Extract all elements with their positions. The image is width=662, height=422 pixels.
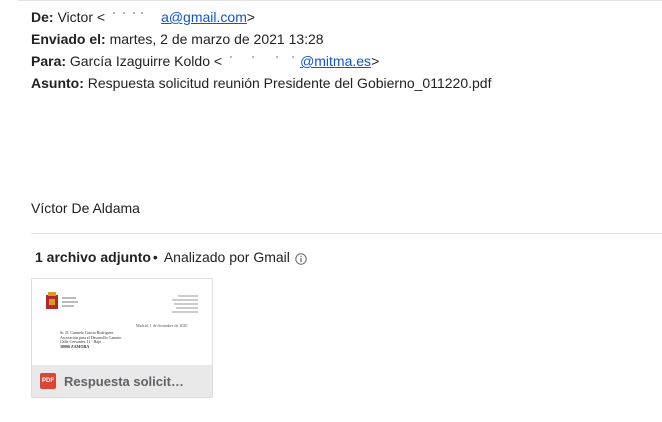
attachment-preview[interactable]: Madrid, 1 de diciembre de 2020 Sr. D. Ca… (32, 279, 212, 365)
pdf-icon: PDF (40, 373, 56, 389)
from-name: Victor < (57, 9, 106, 25)
to-name: García Izaguirre Koldo < (69, 53, 223, 69)
sent-label: Enviado el: (31, 31, 106, 47)
top-border (18, 0, 662, 1)
subject-value: Respuesta solicitud reunión Presidente d… (87, 75, 492, 91)
subject-line: Asunto: Respuesta solicitud reunión Pres… (31, 74, 491, 92)
attachment-card[interactable]: Madrid, 1 de diciembre de 2020 Sr. D. Ca… (31, 278, 213, 398)
preview-address: Sr. D. Carmelo Garcia Rodriguez Asociaci… (60, 330, 121, 349)
subject-label: Asunto: (31, 75, 84, 91)
sent-line: Enviado el: martes, 2 de marzo de 2021 1… (31, 30, 324, 48)
redaction-mark (105, 12, 161, 24)
document-letterhead (46, 292, 198, 313)
to-line: Para: García Izaguirre Koldo < @mitma.es> (31, 52, 379, 70)
to-close: > (371, 53, 380, 69)
attachments-divider (31, 233, 662, 234)
to-email-link[interactable]: @mitma.es (300, 53, 371, 69)
attachments-header: 1 archivo adjunto • Analizado por Gmail (35, 248, 307, 266)
to-label: Para: (31, 53, 67, 69)
info-icon[interactable] (295, 251, 307, 265)
from-label: De: (31, 9, 54, 25)
redaction-mark (222, 56, 300, 68)
from-email-link[interactable]: a@gmail.com (161, 9, 247, 25)
attachment-count: 1 archivo adjunto (35, 249, 151, 265)
preview-city: 38006 ZAMORA (60, 343, 90, 349)
scan-label: Analizado por Gmail (163, 249, 290, 265)
separator-dot: • (152, 249, 158, 265)
sent-value: martes, 2 de marzo de 2021 13:28 (109, 31, 324, 47)
preview-city-date: Madrid, 1 de diciembre de 2020 (136, 323, 188, 328)
attachment-footer[interactable]: PDF Respuesta solicit… (32, 365, 212, 397)
attachment-filename[interactable]: Respuesta solicit… (64, 374, 184, 389)
signature: Víctor De Aldama (31, 200, 140, 216)
from-line: De: Victor < a@gmail.com> (31, 8, 255, 26)
from-close: > (246, 9, 256, 25)
